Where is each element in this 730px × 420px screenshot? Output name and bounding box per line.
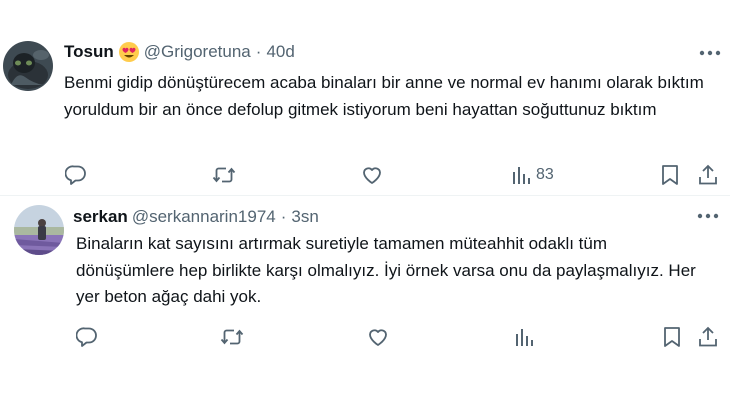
timestamp[interactable]: 3sn [291, 206, 318, 228]
heart-eyes-emoji-icon [118, 41, 140, 63]
avatar[interactable] [3, 41, 53, 91]
bookmark-icon [664, 327, 680, 347]
like-button[interactable] [367, 326, 389, 348]
retweet-icon [220, 329, 244, 345]
retweet-icon [212, 167, 236, 183]
tweet-header: Tosun @Grigoretuna · 40d [64, 41, 295, 63]
reply-icon [76, 327, 97, 347]
bookmark-button[interactable] [661, 164, 679, 186]
tweet-header: serkan @serkannarin1974 · 3sn [73, 206, 319, 228]
share-button[interactable] [697, 164, 719, 186]
handle[interactable]: @serkannarin1974 [132, 206, 276, 228]
views-count: 83 [536, 166, 554, 183]
bookmark-button[interactable] [663, 326, 681, 348]
separator-dot: · [255, 42, 262, 61]
like-button[interactable] [361, 164, 383, 186]
views-icon [513, 167, 530, 184]
share-icon [699, 164, 717, 185]
views-button[interactable] [515, 326, 533, 348]
tweet[interactable]: serkan @serkannarin1974 · 3sn Binaların … [0, 196, 730, 420]
retweet-button[interactable] [220, 326, 244, 348]
timestamp[interactable]: 40d [266, 41, 294, 63]
reply-button[interactable] [65, 164, 87, 186]
views-icon [516, 329, 533, 346]
separator-dot: · [280, 207, 287, 226]
handle[interactable]: @Grigoretuna [144, 41, 251, 63]
like-icon [363, 167, 381, 184]
like-icon [369, 329, 387, 346]
tweet[interactable]: Tosun @Grigoretuna · 40d Benmi gidip dön… [0, 0, 730, 196]
tweet-text: Binaların kat sayısını artırmak suretiyl… [76, 234, 696, 306]
more-icon[interactable] [695, 205, 721, 227]
bookmark-icon [662, 165, 678, 185]
avatar[interactable] [14, 205, 64, 255]
reply-button[interactable] [76, 326, 98, 348]
views-button[interactable]: 83 [512, 164, 554, 186]
display-name[interactable]: serkan [73, 206, 128, 228]
more-icon[interactable] [697, 42, 723, 64]
display-name[interactable]: Tosun [64, 41, 114, 63]
reply-icon [65, 165, 86, 185]
share-button[interactable] [697, 326, 719, 348]
share-icon [699, 326, 717, 347]
tweet-text: Benmi gidip dönüştürecem acaba binaları … [64, 73, 704, 119]
retweet-button[interactable] [212, 164, 236, 186]
